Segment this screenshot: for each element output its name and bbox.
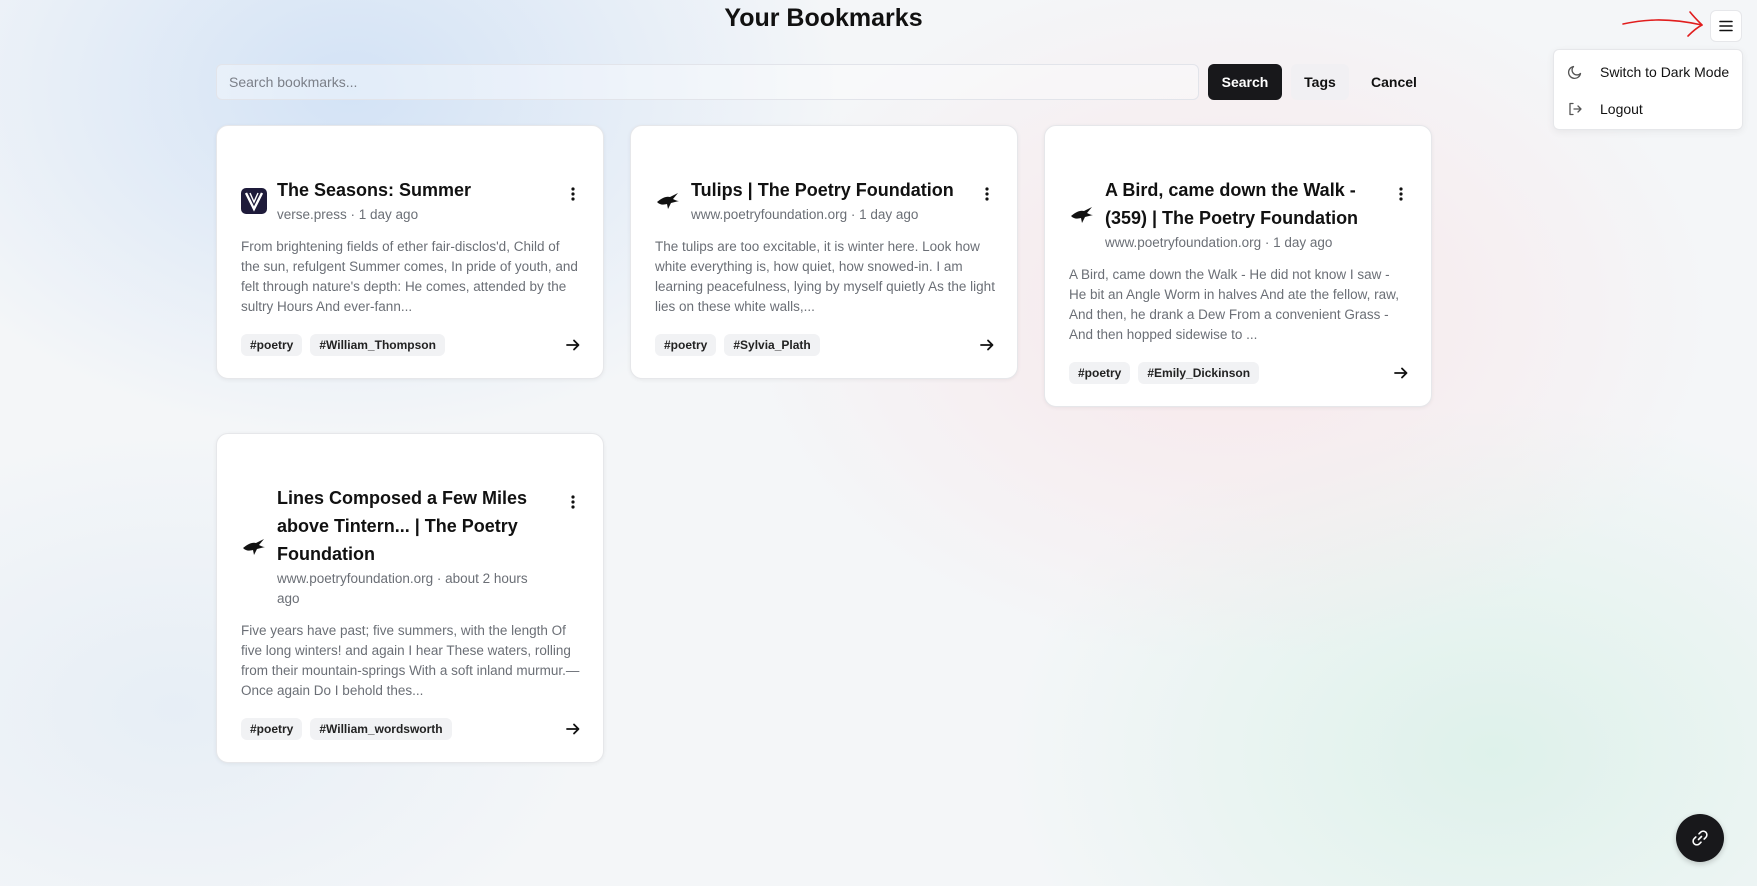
tag-chip[interactable]: #poetry [1069, 362, 1131, 384]
dark-mode-label: Switch to Dark Mode [1600, 64, 1730, 80]
logout-menu-item[interactable]: Logout [1554, 91, 1742, 127]
bookmark-card[interactable]: The Seasons: Summer verse.press · 1 day … [216, 125, 604, 379]
bookmark-card[interactable]: Tulips | The Poetry Foundation www.poetr… [630, 125, 1018, 379]
tag-chip[interactable]: #poetry [241, 718, 303, 740]
tag-chip[interactable]: #William_wordsworth [310, 718, 452, 740]
moon-icon [1566, 63, 1584, 81]
card-excerpt: From brightening fields of ether fair-di… [241, 239, 578, 314]
tag-chip[interactable]: #poetry [241, 334, 303, 356]
verse-press-logo-icon [241, 187, 267, 214]
logout-label: Logout [1600, 101, 1643, 117]
search-input[interactable] [216, 64, 1199, 100]
card-excerpt: The tulips are too excitable, it is wint… [655, 239, 995, 314]
tag-chip[interactable]: #poetry [655, 334, 717, 356]
card-title[interactable]: Tulips | The Poetry Foundation [691, 176, 993, 204]
arrow-right-icon[interactable] [561, 333, 585, 357]
card-title[interactable]: A Bird, came down the Walk - (359) | The… [1105, 176, 1365, 232]
menu-toggle-button[interactable] [1710, 10, 1742, 42]
card-title[interactable]: The Seasons: Summer [277, 176, 579, 204]
poetry-foundation-bird-logo-icon [1069, 202, 1095, 228]
annotation-arrow [1620, 8, 1708, 43]
card-meta: www.poetryfoundation.org · 1 day ago [1105, 235, 1333, 250]
cancel-button[interactable]: Cancel [1356, 64, 1432, 100]
search-bar: Search Tags Cancel [216, 64, 1432, 100]
card-excerpt: A Bird, came down the Walk - He did not … [1069, 267, 1399, 342]
bookmark-card[interactable]: A Bird, came down the Walk - (359) | The… [1044, 125, 1432, 407]
card-meta: www.poetryfoundation.org · about 2 hours… [277, 571, 528, 606]
tag-chip[interactable]: #Sylvia_Plath [724, 334, 820, 356]
more-vertical-icon[interactable] [975, 182, 999, 206]
poetry-foundation-bird-logo-icon [241, 534, 267, 560]
page-title: Your Bookmarks [724, 4, 923, 32]
poetry-foundation-bird-logo-icon [655, 188, 681, 214]
add-link-button[interactable] [1676, 814, 1724, 862]
arrow-right-icon[interactable] [975, 333, 999, 357]
card-excerpt: Five years have past; five summers, with… [241, 623, 580, 698]
card-meta: www.poetryfoundation.org · 1 day ago [691, 207, 919, 222]
user-menu-dropdown: Switch to Dark Mode Logout [1553, 49, 1743, 130]
logout-icon [1566, 100, 1584, 118]
tags-button[interactable]: Tags [1291, 64, 1349, 100]
hamburger-icon [1719, 20, 1733, 32]
more-vertical-icon[interactable] [1389, 182, 1413, 206]
search-button[interactable]: Search [1208, 64, 1282, 100]
card-meta: verse.press · 1 day ago [277, 207, 419, 222]
more-vertical-icon[interactable] [561, 182, 585, 206]
arrow-right-icon[interactable] [561, 717, 585, 741]
link-icon [1691, 829, 1709, 847]
arrow-right-icon[interactable] [1389, 361, 1413, 385]
card-title[interactable]: Lines Composed a Few Miles above Tintern… [277, 484, 537, 568]
tag-chip[interactable]: #Emily_Dickinson [1138, 362, 1260, 384]
bookmark-card[interactable]: Lines Composed a Few Miles above Tintern… [216, 433, 604, 763]
dark-mode-menu-item[interactable]: Switch to Dark Mode [1554, 54, 1742, 90]
tag-chip[interactable]: #William_Thompson [310, 334, 445, 356]
more-vertical-icon[interactable] [561, 490, 585, 514]
